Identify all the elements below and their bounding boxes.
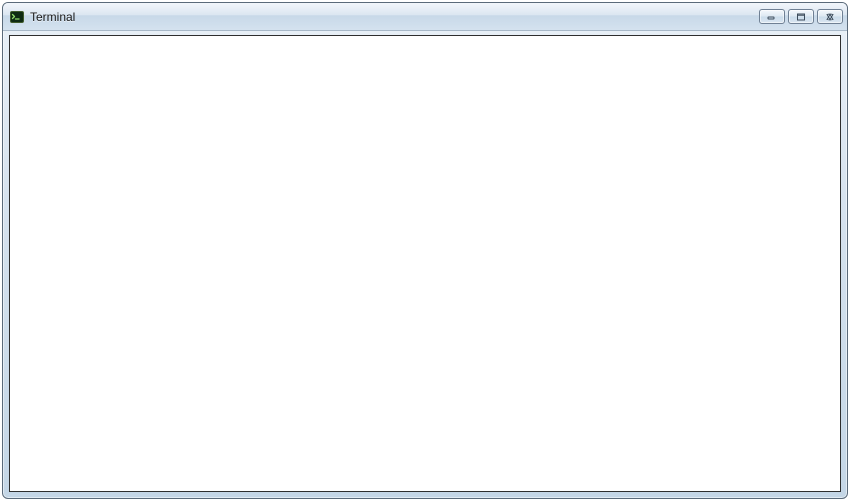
titlebar[interactable]: Terminal [3, 3, 847, 31]
maximize-icon [796, 13, 806, 21]
minimize-icon [767, 13, 777, 21]
window-title: Terminal [30, 9, 759, 25]
window-frame: Terminal [2, 2, 848, 499]
terminal-content[interactable] [9, 35, 841, 492]
window-controls [759, 9, 843, 24]
terminal-icon [9, 9, 25, 25]
minimize-button[interactable] [759, 9, 785, 24]
close-button[interactable] [817, 9, 843, 24]
close-icon [825, 13, 835, 21]
maximize-button[interactable] [788, 9, 814, 24]
